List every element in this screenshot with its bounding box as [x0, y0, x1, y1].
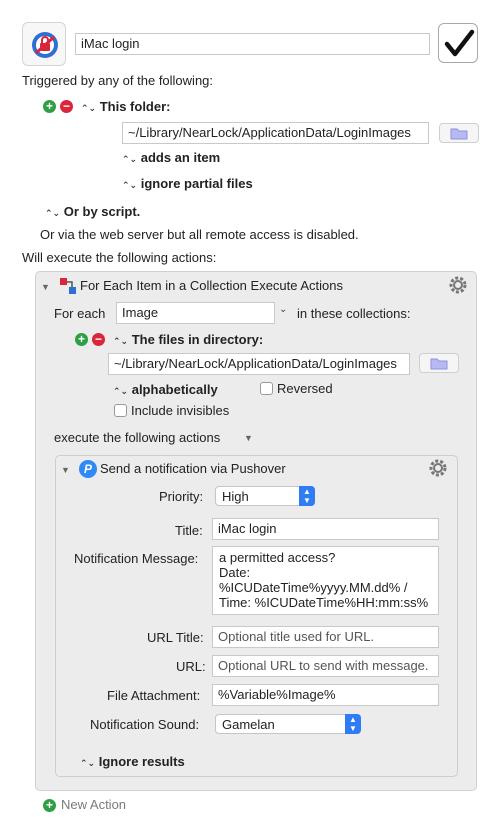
notification-message-field[interactable]: a permitted access? Date: %ICUDateTime%y…	[212, 546, 439, 615]
ignore-partial-popup[interactable]: ⌃⌄ ignore partial files	[122, 176, 253, 193]
actions-heading: Will execute the following actions:	[22, 250, 217, 265]
macro-icon[interactable]	[22, 22, 66, 66]
folder-trigger-popup[interactable]: ⌃⌄ This folder:	[81, 99, 171, 116]
folder-icon	[430, 358, 448, 369]
for-each-label: For each	[54, 306, 106, 321]
select-stepper-icon: ▲ ▼	[345, 714, 361, 734]
sound-value: Gamelan	[222, 717, 275, 732]
notification-title-field[interactable]: iMac login	[212, 518, 439, 540]
reversed-checkbox[interactable]	[260, 382, 273, 395]
pushover-icon: P	[79, 460, 97, 478]
message-label: Notification Message:	[74, 551, 199, 566]
loop-variable-field[interactable]: Image	[116, 302, 275, 324]
priority-value: High	[222, 489, 249, 504]
updown-icon: ⌃⌄	[80, 758, 96, 768]
or-by-script-popup[interactable]: ⌃⌄ Or by script.	[45, 204, 140, 221]
updown-icon: ⌃⌄	[122, 180, 138, 190]
checkmark-icon	[444, 29, 475, 57]
ignore-results-label: Ignore results	[98, 754, 185, 769]
web-server-note: Or via the web server but all remote acc…	[40, 227, 359, 242]
url-title-field[interactable]: Optional title used for URL.	[212, 626, 439, 648]
priority-label: Priority:	[159, 489, 204, 504]
remove-trigger-button[interactable]: −	[60, 100, 73, 113]
message-line: a permitted access?	[219, 550, 336, 565]
execute-actions-label: execute the following actions	[54, 430, 221, 445]
updown-icon: ⌃⌄	[113, 336, 129, 346]
priority-select[interactable]: High ▲ ▼	[215, 486, 315, 506]
message-line: Date:	[219, 565, 251, 580]
for-each-title: For Each Item in a Collection Execute Ac…	[80, 278, 344, 293]
updown-icon: ⌃⌄	[113, 386, 129, 396]
updown-icon: ⌃⌄	[122, 154, 138, 164]
message-line: Time: %ICUDateTime%HH:mm:ss%	[219, 595, 429, 610]
or-by-script-label: Or by script.	[63, 204, 141, 219]
add-collection-button[interactable]: +	[75, 333, 88, 346]
updown-icon: ⌃⌄	[45, 208, 61, 218]
message-line: %ICUDateTime%yyyy.MM.dd% /	[219, 580, 408, 595]
title-label: Title:	[175, 523, 203, 538]
attachment-field[interactable]: %Variable%Image%	[212, 684, 439, 706]
select-stepper-icon: ▲ ▼	[299, 486, 315, 506]
pushover-title: Send a notification via Pushover	[100, 461, 286, 476]
url-label: URL:	[176, 659, 206, 674]
add-trigger-button[interactable]: +	[43, 100, 56, 113]
new-action-add-icon[interactable]: +	[43, 799, 56, 812]
lock-app-icon	[32, 32, 58, 58]
attachment-label: File Attachment:	[107, 688, 201, 703]
macro-name-field[interactable]: iMac login	[75, 33, 430, 55]
disclosure-triangle-icon[interactable]: ▼	[41, 282, 50, 292]
ignore-partial-label: ignore partial files	[140, 176, 253, 191]
include-invisibles-label: Include invisibles	[131, 403, 230, 418]
include-invisibles-checkbox[interactable]	[114, 404, 127, 417]
execute-disclosure-icon[interactable]: ▼	[244, 433, 253, 443]
collection-type-label: The files in directory:	[131, 332, 264, 347]
adds-item-label: adds an item	[140, 150, 221, 165]
trigger-folder-path-field[interactable]: ~/Library/NearLock/ApplicationData/Login…	[122, 122, 429, 144]
sound-label: Notification Sound:	[90, 717, 200, 732]
sort-order-label: alphabetically	[131, 382, 218, 397]
for-each-icon	[60, 278, 76, 294]
remove-collection-button[interactable]: −	[92, 333, 105, 346]
variable-menu-chevron-icon[interactable]: ⌄	[279, 304, 287, 315]
ignore-results-popup[interactable]: ⌃⌄ Ignore results	[80, 754, 185, 771]
sort-order-popup[interactable]: ⌃⌄ alphabetically	[113, 382, 218, 399]
collections-label: in these collections:	[297, 306, 411, 321]
url-field[interactable]: Optional URL to send with message.	[212, 655, 439, 677]
choose-directory-button[interactable]	[419, 353, 459, 373]
triggers-heading: Triggered by any of the following:	[22, 73, 214, 88]
gear-icon[interactable]	[448, 275, 468, 295]
url-title-label: URL Title:	[147, 630, 204, 645]
enable-checkbox[interactable]	[438, 23, 478, 63]
folder-icon	[450, 128, 468, 139]
choose-folder-button[interactable]	[439, 123, 479, 143]
directory-path-field[interactable]: ~/Library/NearLock/ApplicationData/Login…	[108, 353, 410, 375]
adds-item-popup[interactable]: ⌃⌄ adds an item	[122, 150, 220, 167]
collection-type-popup[interactable]: ⌃⌄ The files in directory:	[113, 332, 263, 349]
new-action-button[interactable]: New Action	[61, 797, 126, 813]
reversed-label: Reversed	[277, 381, 333, 396]
folder-trigger-label: This folder:	[99, 99, 171, 114]
gear-icon[interactable]	[428, 458, 448, 478]
disclosure-triangle-icon[interactable]: ▼	[61, 465, 70, 475]
sound-select[interactable]: Gamelan ▲ ▼	[215, 714, 361, 734]
updown-icon: ⌃⌄	[81, 103, 97, 113]
